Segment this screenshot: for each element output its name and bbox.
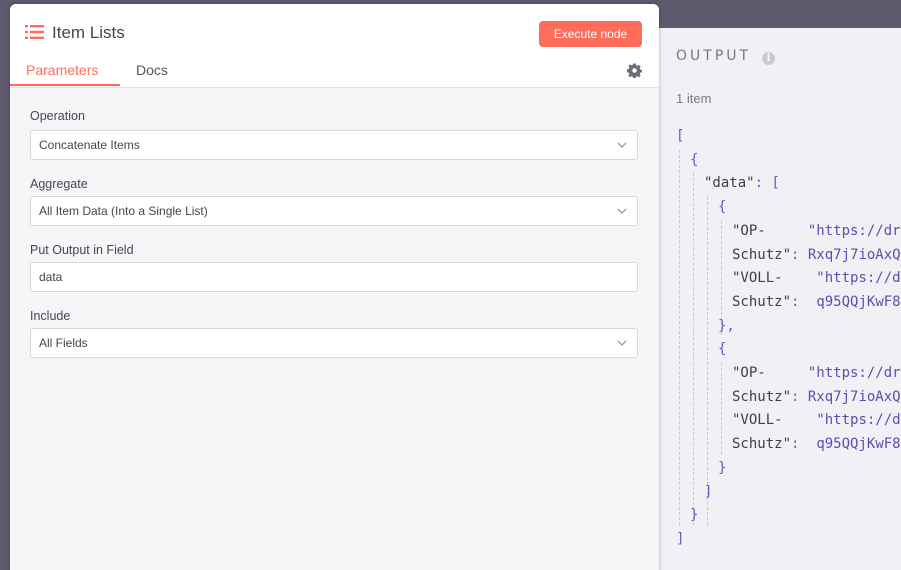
list-icon [25,25,44,39]
json-token: Schutz" [732,293,792,310]
json-token: "https://dr [807,222,901,239]
output-field-value: data [39,270,63,284]
json-token: : [791,293,817,310]
json-token: } [690,507,699,524]
json-token: q95QQjKwF83 [816,436,901,453]
execute-node-button[interactable]: Execute node [539,21,642,47]
json-token: { [690,151,699,168]
json-line: "OP- "https://dr [732,219,901,243]
json-line: [ [676,124,684,148]
parameters-form: Operation Concatenate Items Aggregate Al… [10,88,659,570]
json-line: { [718,195,726,219]
json-line: } [718,456,726,480]
json-line: Schutz": Rxq7j7ioAxQ [732,243,901,267]
node-header: Item Lists Execute node Parameters Docs [10,4,659,88]
node-title: Item Lists [52,23,125,42]
output-field-label: Put Output in Field [30,243,134,257]
json-line: ] [676,527,684,551]
include-label: Include [30,309,71,323]
json-token: q95QQjKwF83 [816,293,901,310]
json-token: "data" [704,175,755,192]
tab-docs[interactable]: Docs [136,62,168,86]
operation-value: Concatenate Items [39,138,140,152]
aggregate-value: All Item Data (Into a Single List) [39,204,208,218]
json-token: : [791,388,808,405]
aggregate-select[interactable]: All Item Data (Into a Single List) [30,196,638,226]
include-value: All Fields [39,336,88,350]
json-token: "OP- [732,365,808,381]
indent-guide [707,197,708,525]
json-line: } [690,503,698,527]
json-line: { [690,148,698,172]
output-panel: OUTPUT i 1 item [ { "data": [ { "OP- "https:… [655,28,901,570]
tab-parameters[interactable]: Parameters [26,62,98,86]
json-token: Rxq7j7ioAxQ [807,246,901,263]
chevron-down-icon [617,142,627,148]
indent-guide [721,363,722,454]
json-token: "VOLL- [732,270,817,287]
json-token: }, [718,317,735,334]
gear-icon[interactable] [627,63,642,78]
json-token: [ [676,128,685,144]
json-line: "VOLL- "https://d [732,266,901,290]
json-line: "data": [ [704,171,780,195]
indent-guide [693,173,694,525]
chevron-down-icon [617,340,627,346]
json-token: } [718,459,727,476]
json-line: { [718,337,726,361]
json-token: ] [676,530,685,547]
json-token: : [791,246,808,263]
json-token: ] [704,483,713,500]
include-select[interactable]: All Fields [30,328,638,358]
json-token: Schutz" [732,436,792,453]
json-token: : [ [754,175,780,192]
operation-label: Operation [30,109,85,123]
operation-select[interactable]: Concatenate Items [30,130,638,160]
json-token: { [718,199,727,216]
json-token: { [718,341,727,358]
json-token: "https://d [816,270,901,287]
aggregate-label: Aggregate [30,177,88,191]
json-token: "OP- [732,222,808,239]
json-line: Schutz": q95QQjKwF83 [732,290,901,314]
json-token: "VOLL- [732,412,817,429]
info-icon[interactable]: i [762,52,775,65]
active-tab-indicator [10,84,120,86]
json-token: Schutz" [732,246,792,263]
node-settings-panel: Item Lists Execute node Parameters Docs … [10,4,659,570]
json-line: Schutz": Rxq7j7ioAxQ [732,385,901,409]
json-token: "https://d [816,412,901,429]
json-line: ] [704,480,712,504]
output-field-input[interactable]: data [30,262,638,292]
output-title: OUTPUT [676,48,752,64]
json-line: }, [718,314,735,338]
json-line: "VOLL- "https://d [732,408,901,432]
chevron-down-icon [617,208,627,214]
json-line: "OP- "https://dr [732,361,901,385]
indent-guide [679,149,680,525]
json-token: "https://dr [807,365,901,381]
json-token: Schutz" [732,388,792,405]
item-count: 1 item [676,91,712,106]
json-token: Rxq7j7ioAxQ [807,388,901,405]
json-line: Schutz": q95QQjKwF83 [732,432,901,456]
json-token: : [791,436,817,453]
